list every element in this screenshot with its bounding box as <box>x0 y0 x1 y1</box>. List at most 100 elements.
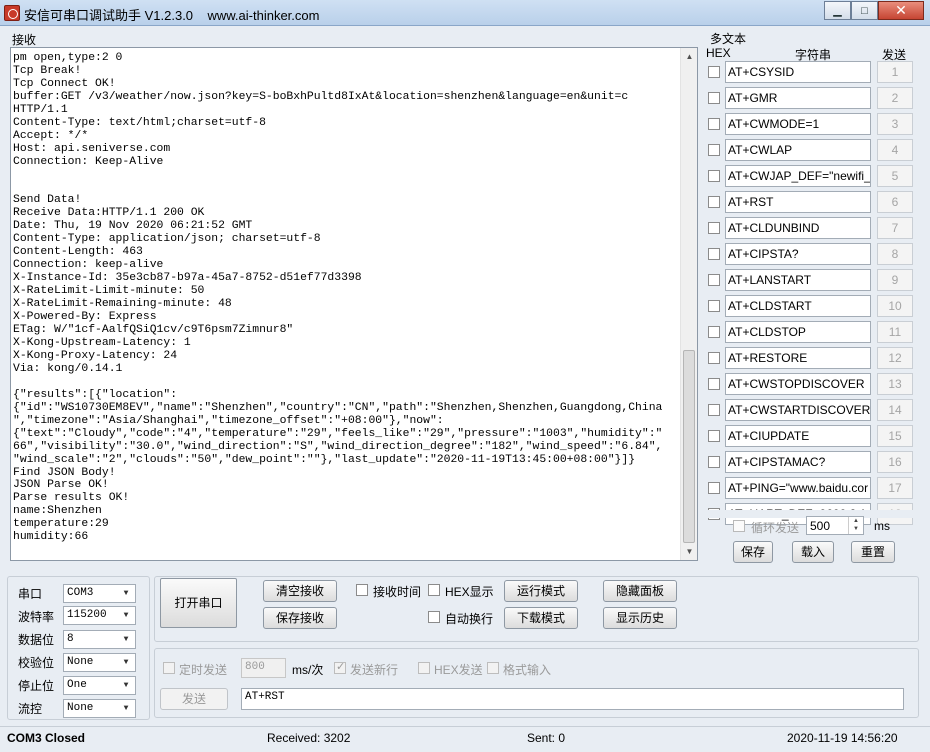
command-send-button[interactable]: 8 <box>877 243 913 265</box>
baud-select[interactable]: 115200 ▼ <box>63 606 136 625</box>
scroll-up-icon[interactable]: ▲ <box>681 48 698 65</box>
command-send-button[interactable]: 1 <box>877 61 913 83</box>
auto-newline-checkbox[interactable] <box>428 611 440 623</box>
download-mode-button[interactable]: 下载模式 <box>504 607 578 629</box>
command-hex-checkbox[interactable] <box>708 92 720 104</box>
receive-textarea[interactable]: pm open,type:2 0 Tcp Break! Tcp Connect … <box>10 47 698 561</box>
hex-send-label: HEX发送 <box>434 663 483 677</box>
loop-interval-spinner[interactable]: ▲ ▼ <box>848 517 863 534</box>
timed-interval-input[interactable]: 800 <box>241 658 286 678</box>
command-send-button[interactable]: 16 <box>877 451 913 473</box>
command-hex-checkbox[interactable] <box>708 274 720 286</box>
command-send-button[interactable]: 6 <box>877 191 913 213</box>
command-row: AT+CWSTOPDISCOVER 13 <box>706 373 914 395</box>
command-string-input[interactable]: AT+PING="www.baidu.cor <box>725 477 871 499</box>
open-port-button[interactable]: 打开串口 <box>160 578 237 628</box>
hex-send-checkbox[interactable] <box>418 662 430 674</box>
command-hex-checkbox[interactable] <box>708 222 720 234</box>
port-select[interactable]: COM3 ▼ <box>63 584 136 603</box>
column-hex-header: HEX <box>706 46 731 60</box>
command-string-input[interactable]: AT+CWSTARTDISCOVER= <box>725 399 871 421</box>
scroll-down-icon[interactable]: ▼ <box>681 543 698 560</box>
command-string-input[interactable]: AT+CLDSTOP <box>725 321 871 343</box>
command-hex-checkbox[interactable] <box>708 144 720 156</box>
show-history-button[interactable]: 显示历史 <box>603 607 677 629</box>
command-send-button[interactable]: 15 <box>877 425 913 447</box>
command-send-button[interactable]: 13 <box>877 373 913 395</box>
save-receive-button[interactable]: 保存接收 <box>263 607 337 629</box>
command-string-input[interactable]: AT+CWSTOPDISCOVER <box>725 373 871 395</box>
command-hex-checkbox[interactable] <box>708 456 720 468</box>
run-mode-button[interactable]: 运行模式 <box>504 580 578 602</box>
command-string-input[interactable]: AT+CIPSTA? <box>725 243 871 265</box>
command-string-input[interactable]: AT+CWMODE=1 <box>725 113 871 135</box>
command-send-button[interactable]: 10 <box>877 295 913 317</box>
format-input-label: 格式输入 <box>503 663 552 677</box>
reset-multi-button[interactable]: 重置 <box>851 541 895 563</box>
command-hex-checkbox[interactable] <box>708 482 720 494</box>
receive-scrollbar[interactable]: ▲ ▼ <box>680 48 697 560</box>
parity-select[interactable]: None ▼ <box>63 653 136 672</box>
command-row: AT+CSYSID 1 <box>706 61 914 83</box>
command-hex-checkbox[interactable] <box>708 300 720 312</box>
command-hex-checkbox[interactable] <box>708 352 720 364</box>
command-hex-checkbox[interactable] <box>708 378 720 390</box>
command-send-button[interactable]: 2 <box>877 87 913 109</box>
command-string-input[interactable]: AT+CIPSTAMAC? <box>725 451 871 473</box>
command-string-input[interactable]: AT+CWJAP_DEF="newifi_ <box>725 165 871 187</box>
command-send-button[interactable]: 11 <box>877 321 913 343</box>
command-send-button[interactable]: 4 <box>877 139 913 161</box>
receive-time-checkbox[interactable] <box>356 584 368 596</box>
send-text-input[interactable]: AT+RST <box>241 688 904 710</box>
command-string-input[interactable]: AT+CLDUNBIND <box>725 217 871 239</box>
databits-select[interactable]: 8 ▼ <box>63 630 136 649</box>
clear-receive-button[interactable]: 清空接收 <box>263 580 337 602</box>
command-hex-checkbox[interactable] <box>708 248 720 260</box>
command-string-input[interactable]: AT+CLDSTART <box>725 295 871 317</box>
hex-display-label: HEX显示 <box>445 585 494 599</box>
command-send-button[interactable]: 7 <box>877 217 913 239</box>
format-input-checkbox[interactable] <box>487 662 499 674</box>
command-send-button[interactable]: 5 <box>877 165 913 187</box>
command-send-button[interactable]: 9 <box>877 269 913 291</box>
command-hex-checkbox[interactable] <box>708 404 720 416</box>
command-hex-checkbox[interactable] <box>708 118 720 130</box>
save-multi-button[interactable]: 保存 <box>733 541 773 563</box>
interval-unit-label: ms/次 <box>292 663 324 677</box>
flow-select[interactable]: None ▼ <box>63 699 136 718</box>
command-string-input[interactable]: AT+LANSTART <box>725 269 871 291</box>
command-hex-checkbox[interactable] <box>708 326 720 338</box>
command-hex-checkbox[interactable] <box>708 196 720 208</box>
command-hex-checkbox[interactable] <box>708 170 720 182</box>
command-send-button[interactable]: 14 <box>877 399 913 421</box>
command-string-input[interactable]: AT+CIUPDATE <box>725 425 871 447</box>
close-icon[interactable]: ✕ <box>878 1 924 20</box>
command-string-input[interactable]: AT+GMR <box>725 87 871 109</box>
command-string-input[interactable]: AT+RST <box>725 191 871 213</box>
command-row: AT+CWSTARTDISCOVER= 14 <box>706 399 914 421</box>
hide-panel-button[interactable]: 隐藏面板 <box>603 580 677 602</box>
minimize-icon[interactable]: ▁ <box>824 1 851 20</box>
hex-display-checkbox[interactable] <box>428 584 440 596</box>
stopbits-select[interactable]: One ▼ <box>63 676 136 695</box>
command-hex-checkbox[interactable] <box>708 66 720 78</box>
command-send-button[interactable]: 17 <box>877 477 913 499</box>
command-string-input[interactable]: AT+RESTORE <box>725 347 871 369</box>
received-count: Received: 3202 <box>267 731 351 745</box>
port-state: COM3 Closed <box>7 731 86 745</box>
send-newline-checkbox[interactable] <box>334 660 346 674</box>
command-send-button[interactable]: 12 <box>877 347 913 369</box>
send-button[interactable]: 发送 <box>160 688 228 710</box>
load-multi-button[interactable]: 载入 <box>792 541 834 563</box>
command-hex-checkbox[interactable] <box>708 430 720 442</box>
scroll-thumb[interactable] <box>683 350 695 543</box>
receive-content[interactable]: pm open,type:2 0 Tcp Break! Tcp Connect … <box>13 52 681 557</box>
loop-send-checkbox[interactable] <box>733 520 745 532</box>
command-send-button[interactable]: 3 <box>877 113 913 135</box>
timed-send-checkbox[interactable] <box>163 662 175 674</box>
command-string-input[interactable]: AT+CSYSID <box>725 61 871 83</box>
command-string-input[interactable]: AT+CWLAP <box>725 139 871 161</box>
spin-down-icon[interactable]: ▼ <box>849 525 863 533</box>
maximize-icon[interactable]: □ <box>851 1 878 20</box>
spin-up-icon[interactable]: ▲ <box>849 517 863 525</box>
